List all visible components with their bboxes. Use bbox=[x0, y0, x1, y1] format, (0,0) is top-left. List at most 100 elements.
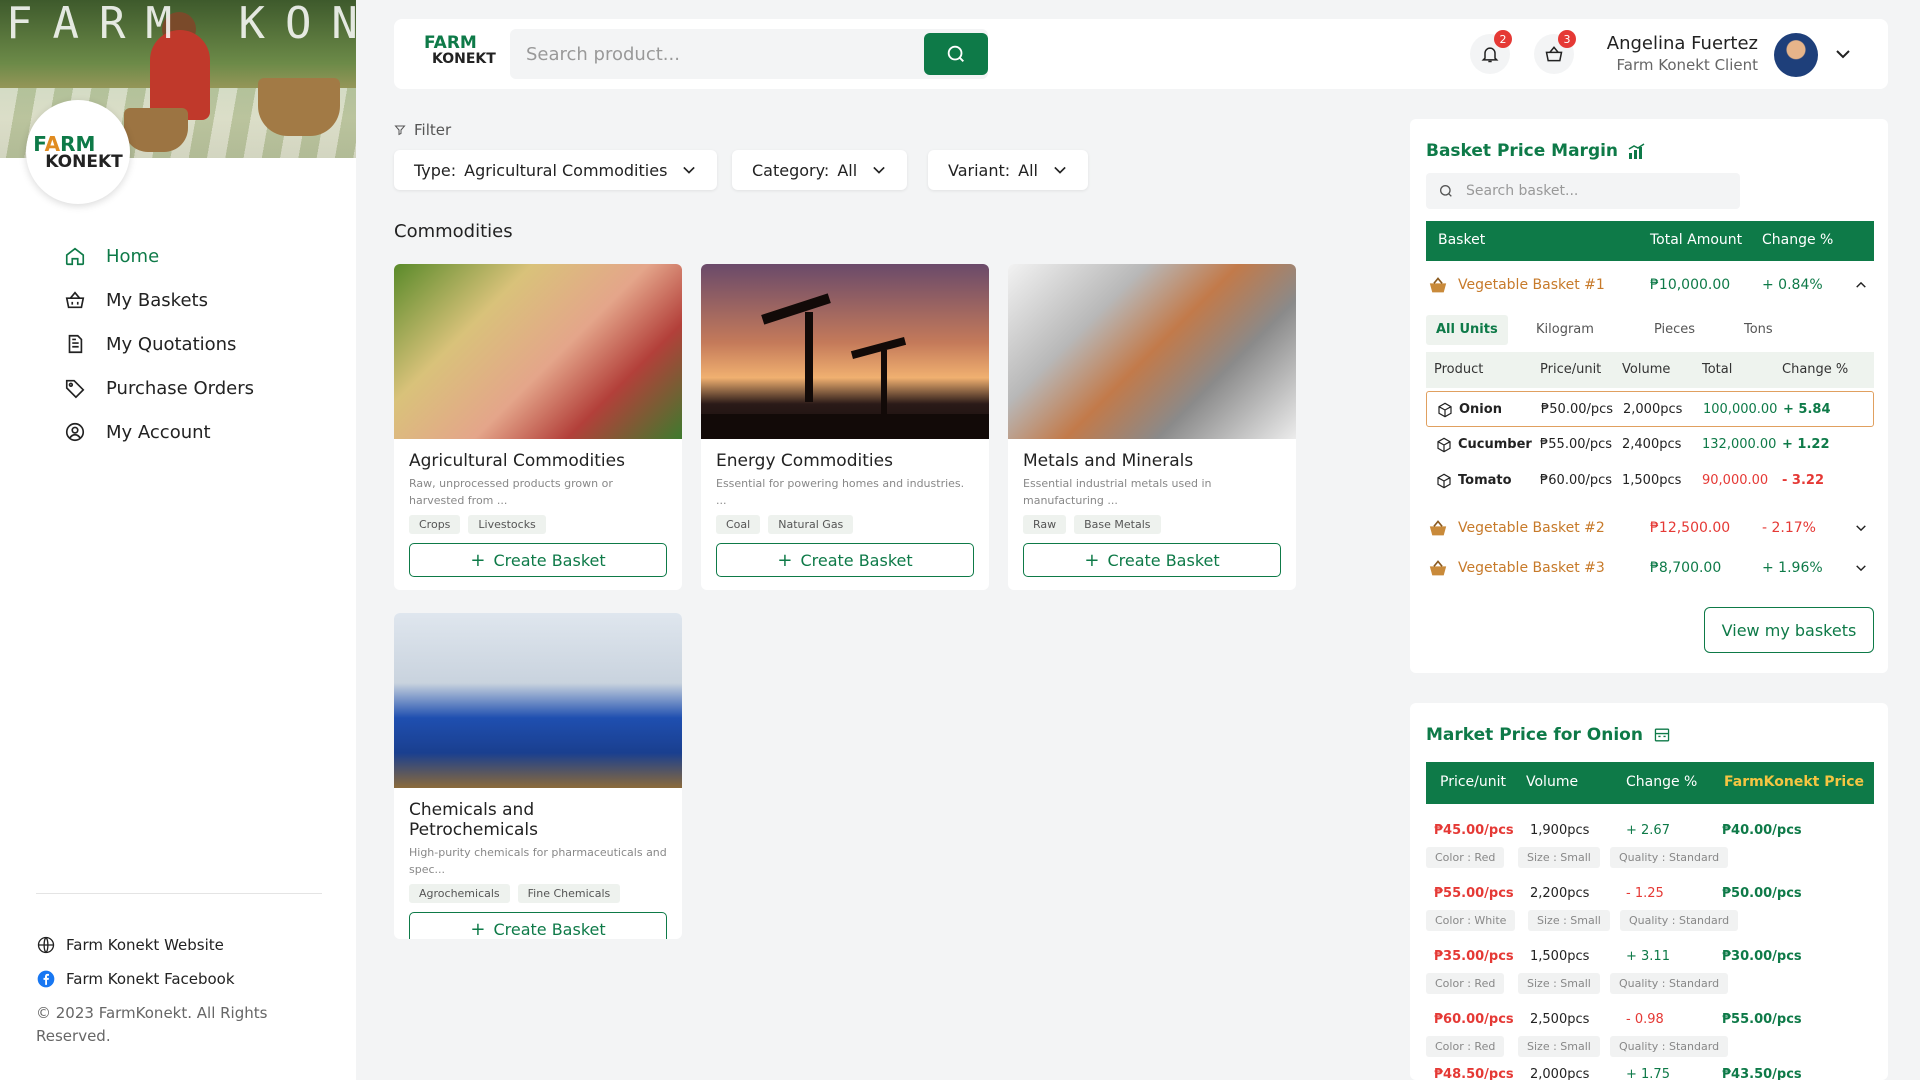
sidebar-item-my-quotations[interactable]: My Quotations bbox=[64, 322, 334, 366]
basket-row[interactable]: Vegetable Basket #3 ₱8,700.00 + 1.96% bbox=[1426, 549, 1874, 589]
sidebar-nav: Home My Baskets My Quotations Purchase O… bbox=[64, 234, 334, 454]
sidebar-logo[interactable]: FARM KONEKT bbox=[26, 100, 130, 204]
chevron-down-icon[interactable] bbox=[1854, 523, 1868, 533]
card-tag[interactable]: Livestocks bbox=[468, 515, 546, 534]
box-icon bbox=[1437, 473, 1451, 489]
sidebar-item-my-baskets[interactable]: My Baskets bbox=[64, 278, 334, 322]
create-basket-button[interactable]: + Create Basket bbox=[409, 543, 667, 577]
filter-label: Filter bbox=[394, 121, 451, 139]
tab-pieces[interactable]: Pieces bbox=[1644, 315, 1705, 345]
plus-icon: + bbox=[470, 549, 486, 571]
card-tag[interactable]: Natural Gas bbox=[768, 515, 854, 534]
variant-filter-dropdown[interactable]: Variant: All bbox=[928, 150, 1088, 190]
basket-icon bbox=[1545, 46, 1563, 62]
tab-kilogram[interactable]: Kilogram bbox=[1526, 315, 1604, 345]
basket-search-input[interactable]: Search basket... bbox=[1426, 173, 1740, 209]
commodity-card-metals[interactable]: Metals and Minerals Essential industrial… bbox=[1008, 264, 1296, 590]
card-tag[interactable]: Base Metals bbox=[1074, 515, 1161, 534]
basket-row[interactable]: Vegetable Basket #2 ₱12,500.00 - 2.17% bbox=[1426, 509, 1874, 549]
tab-all-units[interactable]: All Units bbox=[1426, 315, 1508, 345]
box-icon bbox=[1437, 437, 1451, 453]
market-row[interactable]: ₱45.00/pcs 1,900pcs + 2.67 ₱40.00/pcs Co… bbox=[1426, 813, 1874, 876]
commodities-heading: Commodities bbox=[394, 221, 513, 242]
create-basket-button[interactable]: + Create Basket bbox=[1023, 543, 1281, 577]
card-tag[interactable]: Raw bbox=[1023, 515, 1067, 534]
search-input[interactable] bbox=[510, 29, 910, 79]
basket-row[interactable]: Vegetable Basket #1 ₱10,000.00 + 0.84% bbox=[1426, 266, 1874, 306]
facebook-link[interactable]: Farm Konekt Facebook bbox=[36, 962, 322, 996]
sidebar-item-label: Purchase Orders bbox=[106, 377, 254, 399]
sidebar-item-label: Home bbox=[106, 245, 160, 267]
globe-icon bbox=[37, 936, 55, 954]
top-bar: FARM KONEKT 2 3 Angelina Fuertez Farm Ko… bbox=[394, 19, 1888, 89]
sidebar-item-home[interactable]: Home bbox=[64, 234, 334, 278]
user-info[interactable]: Angelina Fuertez Farm Konekt Client bbox=[1607, 33, 1758, 74]
cart-button[interactable]: 3 bbox=[1534, 30, 1576, 74]
card-title: Chemicals and Petrochemicals bbox=[409, 800, 538, 840]
cart-badge: 3 bbox=[1558, 30, 1576, 48]
card-description: Essential for powering homes and industr… bbox=[716, 477, 965, 507]
commodity-card-chemicals[interactable]: Chemicals and Petrochemicals High-purity… bbox=[394, 613, 682, 939]
chevron-down-icon[interactable] bbox=[1834, 47, 1852, 61]
box-icon bbox=[1438, 402, 1452, 418]
website-link[interactable]: Farm Konekt Website bbox=[36, 928, 322, 962]
search-icon bbox=[947, 45, 964, 62]
market-row[interactable]: ₱35.00/pcs 1,500pcs + 3.11 ₱30.00/pcs Co… bbox=[1426, 939, 1874, 1002]
plus-icon: + bbox=[1084, 549, 1100, 571]
header-logo[interactable]: FARM KONEKT bbox=[424, 35, 496, 67]
market-row[interactable]: ₱60.00/pcs 2,500pcs - 0.98 ₱55.00/pcs Co… bbox=[1426, 1002, 1874, 1065]
basket-icon bbox=[65, 291, 85, 309]
product-row[interactable]: Tomato ₱60.00/pcs 1,500pcs 90,000.00 - 3… bbox=[1426, 463, 1874, 499]
market-row[interactable]: ₱48.50/pcs 2,000pcs + 1.75 ₱43.50/pcs bbox=[1426, 1065, 1874, 1080]
notifications-badge: 2 bbox=[1494, 30, 1512, 48]
card-title: Agricultural Commodities bbox=[409, 451, 625, 471]
search-button[interactable] bbox=[924, 33, 988, 75]
account-icon bbox=[65, 422, 85, 442]
product-search bbox=[510, 29, 988, 79]
hero-watermark: FARM KONEKT bbox=[6, 0, 356, 49]
basket-price-margin-panel: Basket Price Margin Search basket... Bas… bbox=[1410, 119, 1888, 673]
product-row[interactable]: Onion ₱50.00/pcs 2,000pcs 100,000.00 + 5… bbox=[1426, 391, 1874, 427]
panel-title: Market Price for Onion bbox=[1426, 725, 1671, 745]
card-tag[interactable]: Crops bbox=[409, 515, 461, 534]
tab-tons[interactable]: Tons bbox=[1734, 315, 1783, 345]
bar-chart-icon bbox=[1628, 143, 1645, 159]
create-basket-button[interactable]: + Create Basket bbox=[716, 543, 974, 577]
sidebar-item-purchase-orders[interactable]: Purchase Orders bbox=[64, 366, 334, 410]
avatar[interactable] bbox=[1774, 33, 1818, 77]
notifications-button[interactable]: 2 bbox=[1470, 30, 1512, 74]
facebook-icon bbox=[37, 970, 55, 988]
cash-register-icon bbox=[1654, 728, 1670, 742]
card-tag[interactable]: Coal bbox=[716, 515, 761, 534]
chevron-up-icon[interactable] bbox=[1854, 280, 1868, 290]
card-title: Energy Commodities bbox=[716, 451, 893, 471]
commodity-card-agricultural[interactable]: Agricultural Commodities Raw, unprocesse… bbox=[394, 264, 682, 590]
filter-icon bbox=[394, 125, 406, 136]
basket-icon bbox=[1429, 277, 1447, 293]
product-table-header: Product Price/unit Volume Total Change % bbox=[1426, 352, 1874, 388]
sidebar-item-label: My Account bbox=[106, 421, 211, 443]
chevron-down-icon[interactable] bbox=[1854, 563, 1868, 573]
market-row[interactable]: ₱55.00/pcs 2,200pcs - 1.25 ₱50.00/pcs Co… bbox=[1426, 876, 1874, 939]
chevron-down-icon bbox=[873, 166, 885, 174]
market-price-panel: Market Price for Onion Price/unit Volume… bbox=[1410, 703, 1888, 1080]
create-basket-button[interactable]: + Create Basket bbox=[409, 912, 667, 939]
plus-icon: + bbox=[777, 549, 793, 571]
product-row[interactable]: Cucumber ₱55.00/pcs 2,400pcs 132,000.00 … bbox=[1426, 427, 1874, 463]
card-image bbox=[394, 613, 682, 788]
panel-title: Basket Price Margin bbox=[1426, 141, 1646, 161]
user-name: Angelina Fuertez bbox=[1606, 33, 1758, 54]
card-description: Essential industrial metals used in manu… bbox=[1023, 477, 1212, 507]
commodity-card-energy[interactable]: Energy Commodities Essential for powerin… bbox=[701, 264, 989, 590]
type-filter-dropdown[interactable]: Type: Agricultural Commodities bbox=[394, 150, 718, 190]
card-tag[interactable]: Fine Chemicals bbox=[517, 884, 621, 903]
view-my-baskets-button[interactable]: View my baskets bbox=[1704, 607, 1874, 653]
chevron-down-icon bbox=[683, 166, 696, 174]
sidebar-item-my-account[interactable]: My Account bbox=[64, 410, 334, 454]
card-image bbox=[1008, 264, 1296, 439]
basket-icon bbox=[1429, 520, 1447, 536]
card-tag[interactable]: Agrochemicals bbox=[409, 884, 510, 903]
category-filter-dropdown[interactable]: Category: All bbox=[732, 150, 908, 190]
user-role: Farm Konekt Client bbox=[1616, 56, 1759, 74]
plus-icon: + bbox=[470, 918, 486, 940]
